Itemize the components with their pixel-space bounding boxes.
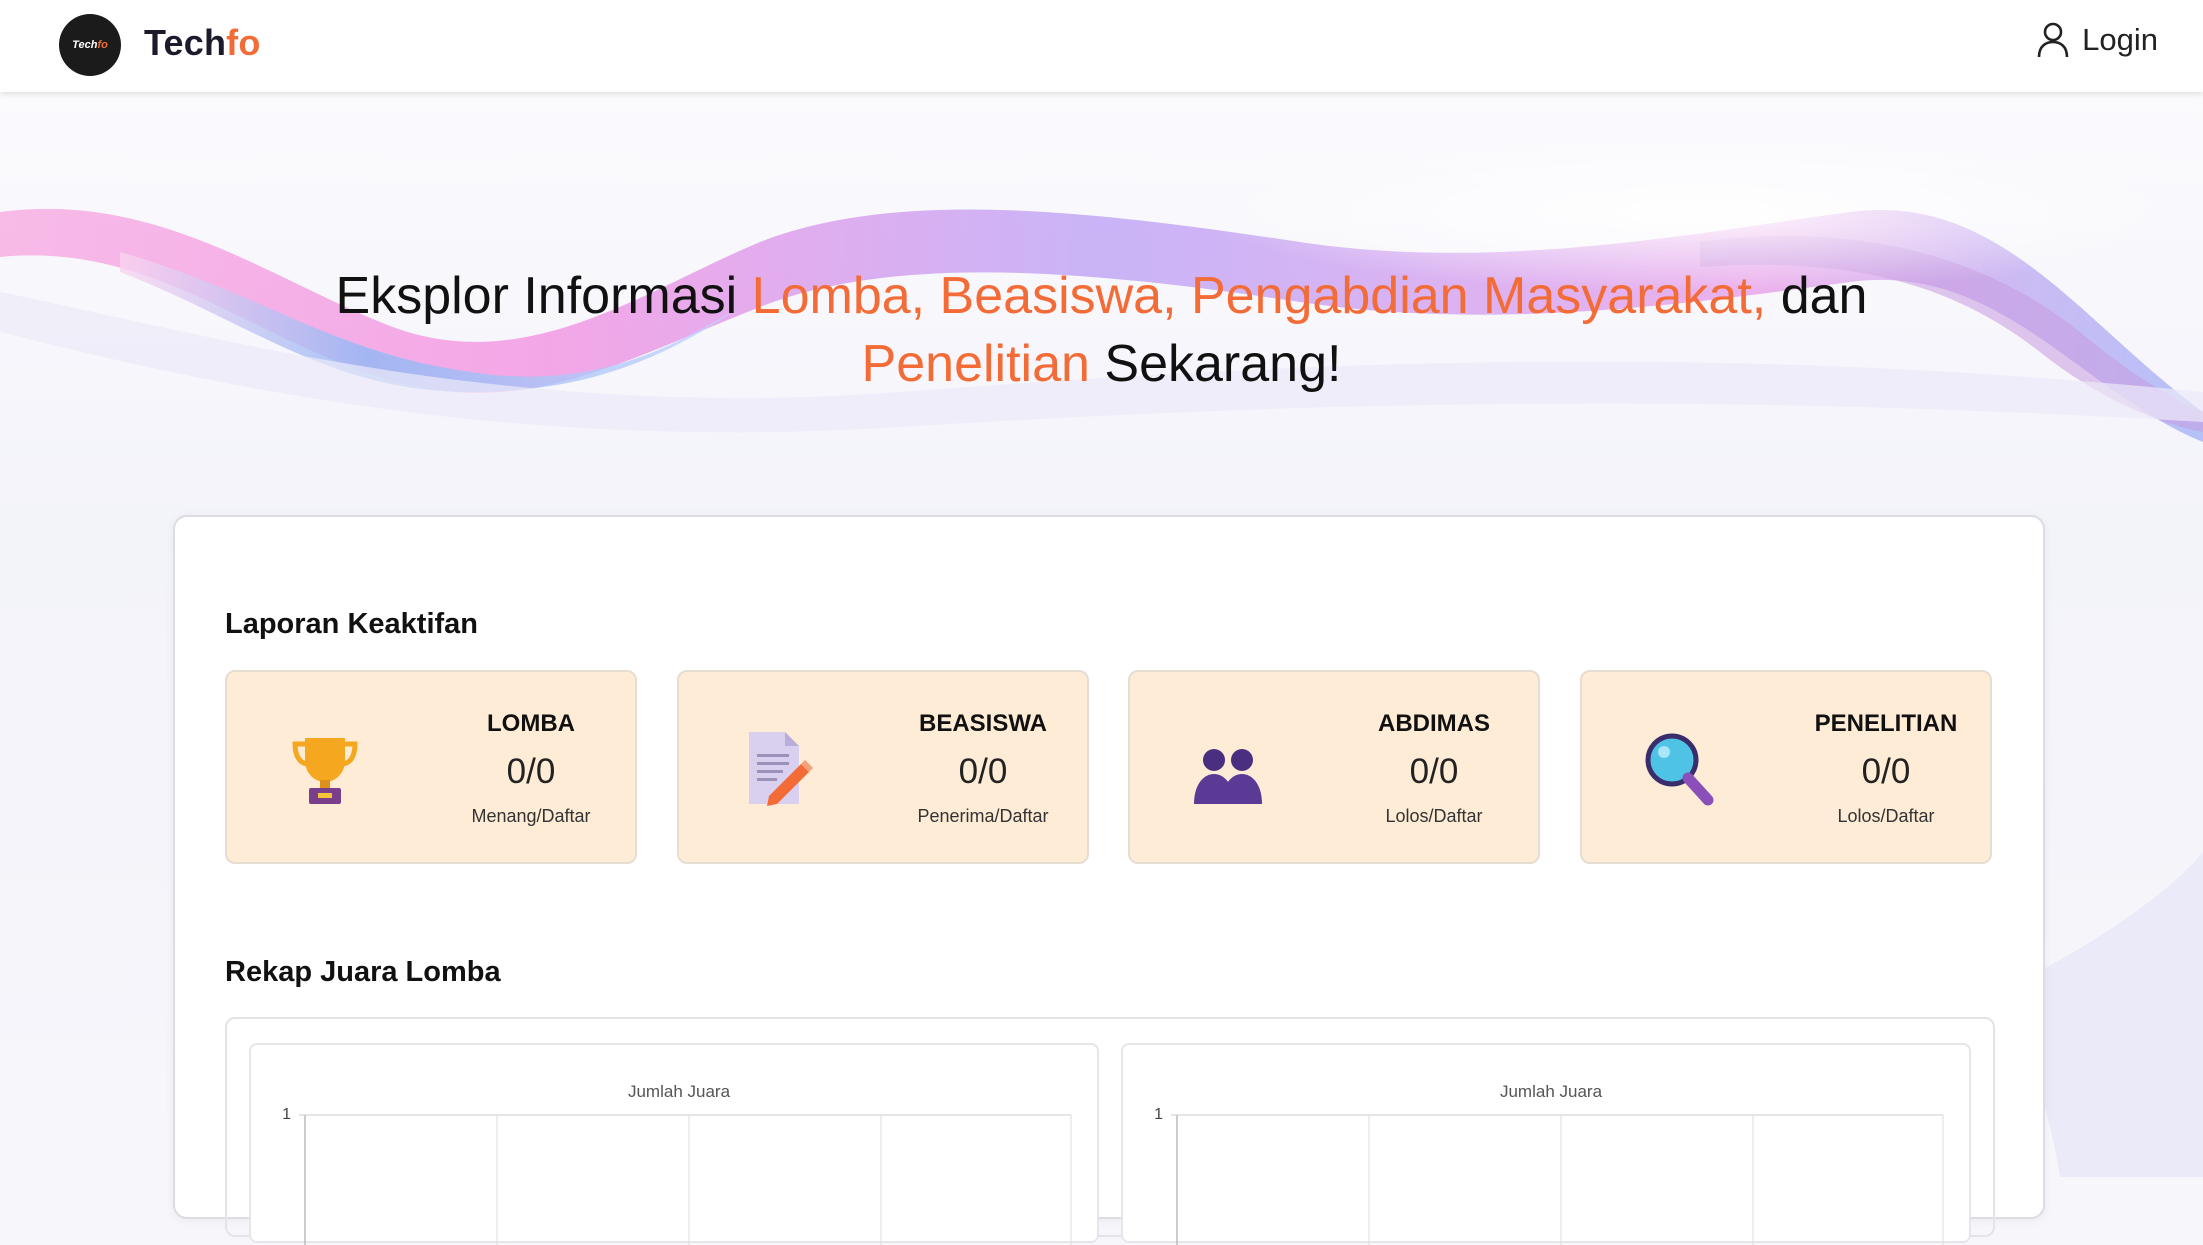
login-button[interactable]: Login — [2036, 22, 2158, 58]
y-tick-label: 1 — [282, 1106, 291, 1123]
stat-sublabel: Menang/Daftar — [471, 806, 591, 826]
stat-card-beasiswa[interactable]: BEASISWA 0/0 Penerima/Daftar — [677, 670, 1089, 864]
stat-sublabel: Lolos/Daftar — [1837, 806, 1935, 826]
hero-highlight-2: Penelitian — [861, 335, 1090, 393]
stat-label: BEASISWA — [918, 710, 1047, 737]
stat-value: 0/0 — [958, 752, 1008, 791]
stat-label: PENELITIAN — [1814, 710, 1958, 737]
chart-2-svg: Jumlah Juara 1 — [1154, 1082, 1944, 1245]
hero-text-b: dan — [1766, 267, 1868, 325]
stat-value: 0/0 — [506, 752, 556, 791]
logo[interactable]: Tech fo — [59, 14, 121, 76]
hero-highlight-1: Lomba, Beasiswa, Pengabdian Masyarakat, — [751, 267, 1767, 325]
trophy-icon — [292, 738, 358, 804]
stat-card-lomba[interactable]: LOMBA 0/0 Menang/Daftar — [225, 670, 637, 864]
magnifier-icon — [1645, 733, 1714, 806]
document-pencil-icon — [749, 732, 813, 806]
recap-chart-container: Jumlah Juara 1 Jumlah Juara 1 — [225, 1017, 1995, 1245]
navbar: Tech fo Techfo Login — [0, 0, 2203, 92]
brand-text-a: Tech — [144, 22, 227, 63]
stat-sublabel: Penerima/Daftar — [917, 806, 1049, 826]
people-icon — [1194, 749, 1262, 804]
brand-name[interactable]: Techfo — [144, 22, 261, 64]
user-icon — [2037, 22, 2069, 58]
chart-1: Jumlah Juara 1 — [249, 1043, 1099, 1245]
stat-card-penelitian[interactable]: PENELITIAN 0/0 Lolos/Daftar — [1580, 670, 1992, 864]
stat-sublabel: Lolos/Daftar — [1385, 806, 1483, 826]
stat-value: 0/0 — [1409, 752, 1459, 791]
stat-value: 0/0 — [1861, 752, 1911, 791]
logo-text-b: fo — [97, 39, 108, 51]
login-label: Login — [2082, 22, 2158, 57]
logo-text-a: Tech — [72, 39, 98, 51]
hero-heading: Eksplor Informasi Lomba, Beasiswa, Penga… — [0, 262, 2203, 398]
chart-title: Jumlah Juara — [1500, 1082, 1603, 1101]
y-tick-label: 1 — [1154, 1106, 1163, 1123]
stat-label: ABDIMAS — [1378, 710, 1490, 737]
hero-text-a: Eksplor Informasi — [335, 267, 752, 325]
chart-2: Jumlah Juara 1 — [1121, 1043, 1971, 1245]
hero-text-c: Sekarang! — [1089, 335, 1342, 393]
report-title: Laporan Keaktifan — [225, 608, 478, 640]
chart-title: Jumlah Juara — [628, 1082, 731, 1101]
activity-card: Laporan Keaktifan LOMBA 0/0 Menang/Dafta… — [173, 515, 2045, 1245]
brand-text-b: fo — [226, 22, 261, 63]
stat-card-abdimas[interactable]: ABDIMAS 0/0 Lolos/Daftar — [1128, 670, 1540, 864]
chart-1-svg: Jumlah Juara 1 — [282, 1082, 1072, 1245]
stat-label: LOMBA — [487, 710, 575, 737]
recap-title: Rekap Juara Lomba — [225, 956, 501, 988]
